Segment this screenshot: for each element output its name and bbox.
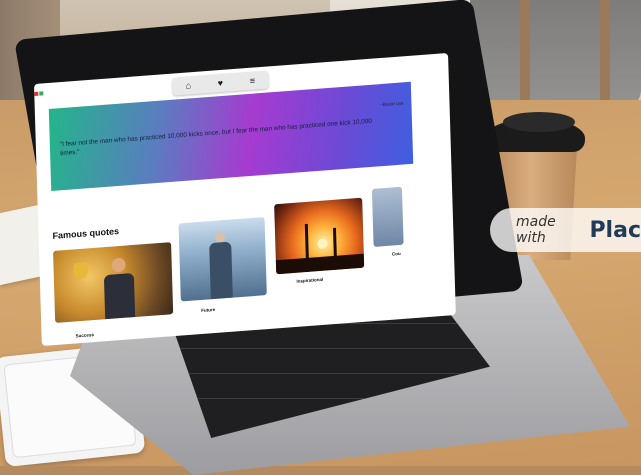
quote-card-future[interactable]: Future	[178, 217, 267, 313]
watermark-made: made with	[516, 214, 556, 246]
person-head	[111, 257, 126, 273]
person-body	[209, 241, 233, 300]
heart-icon[interactable]: ♥	[213, 78, 227, 89]
future-image	[178, 217, 267, 302]
language-flags[interactable]	[34, 91, 44, 98]
watermark-brand: Plac	[589, 217, 641, 243]
sun	[317, 238, 328, 250]
person-body	[103, 272, 136, 320]
success-image	[53, 242, 174, 323]
quote-author: ~Bruce Lee	[380, 100, 404, 108]
quote-card-success[interactable]: Success	[53, 242, 174, 338]
section-title: Famous quotes	[52, 225, 120, 241]
laptop-screen: ⌂ ♥ ≡ ~Bruce Lee "I fear not the man who…	[34, 52, 456, 346]
quote-card-cou[interactable]: Cou	[371, 186, 404, 257]
made-with-watermark: made with Plac	[490, 208, 641, 252]
card-label: Inspirational	[296, 276, 324, 284]
menu-icon[interactable]: ≡	[245, 75, 259, 86]
card-label: Future	[201, 306, 216, 313]
card-label: Cou	[391, 250, 401, 257]
home-icon[interactable]: ⌂	[181, 80, 195, 91]
cup-lid-top	[503, 112, 575, 132]
hero-banner: ~Bruce Lee "I fear not the man who has p…	[48, 81, 414, 191]
chair	[470, 0, 641, 110]
courage-image	[371, 186, 404, 247]
flag-icon[interactable]	[39, 91, 44, 96]
top-navbar: ⌂ ♥ ≡	[172, 70, 269, 96]
trophy	[73, 262, 88, 280]
card-label: Success	[75, 332, 94, 339]
hero-quote: "I fear not the man who has practiced 10…	[59, 117, 373, 158]
ground-silhouette	[275, 253, 365, 275]
quote-card-inspirational[interactable]: Inspirational	[274, 197, 365, 284]
flag-icon[interactable]	[34, 91, 39, 96]
inspirational-image	[274, 197, 365, 275]
